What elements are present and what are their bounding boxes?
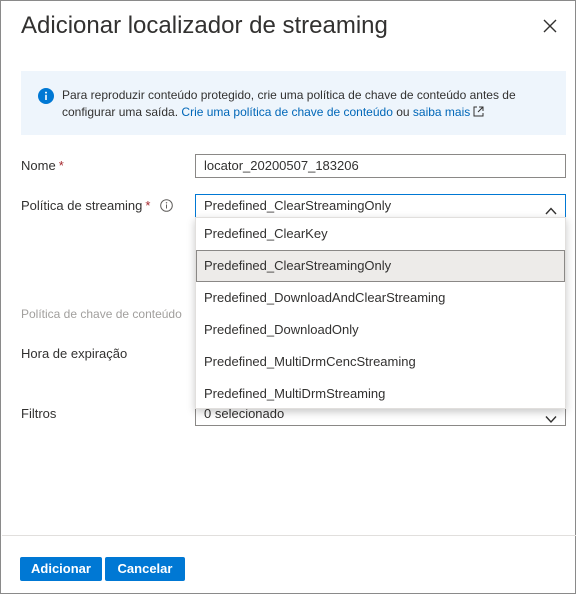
dropdown-option[interactable]: Predefined_DownloadOnly xyxy=(196,314,565,346)
streaming-policy-label: Política de streaming * xyxy=(21,198,174,213)
info-message: Para reproduzir conteúdo protegido, crie… xyxy=(62,87,552,121)
streaming-policy-value: Predefined_ClearStreamingOnly xyxy=(204,198,392,213)
info-banner: Para reproduzir conteúdo protegido, crie… xyxy=(21,71,566,135)
dropdown-option[interactable]: Predefined_ClearKey xyxy=(196,218,565,250)
chevron-down-icon xyxy=(545,409,557,424)
dialog-title: Adicionar localizador de streaming xyxy=(21,12,388,39)
footer-divider xyxy=(2,535,576,536)
info-circle-icon[interactable] xyxy=(160,199,174,212)
expiration-time-label: Hora de expiração xyxy=(21,346,128,361)
name-label: Nome * xyxy=(21,158,64,173)
dropdown-option-selected[interactable]: Predefined_ClearStreamingOnly xyxy=(196,250,565,282)
dropdown-option[interactable]: Predefined_MultiDrmStreaming xyxy=(196,378,565,410)
add-streaming-locator-dialog: Adicionar localizador de streaming Para … xyxy=(0,0,576,594)
external-link-icon xyxy=(473,105,484,117)
dropdown-option[interactable]: Predefined_MultiDrmCencStreaming xyxy=(196,346,565,378)
info-text-or: ou xyxy=(392,105,413,119)
cancel-button[interactable]: Cancelar xyxy=(105,557,185,581)
content-key-policy-label: Política de chave de conteúdo xyxy=(21,307,182,321)
info-icon xyxy=(38,88,54,104)
chevron-up-icon xyxy=(545,201,557,215)
required-mark: * xyxy=(58,158,64,173)
learn-more-link[interactable]: saiba mais xyxy=(413,105,470,119)
streaming-policy-label-text: Política de streaming xyxy=(21,198,143,213)
create-policy-link[interactable]: Crie uma política de chave de conteúdo xyxy=(181,105,392,119)
streaming-policy-dropdown: Predefined_ClearKey Predefined_ClearStre… xyxy=(195,217,566,409)
name-label-text: Nome xyxy=(21,158,56,173)
required-mark: * xyxy=(145,198,151,213)
name-input[interactable]: locator_20200507_183206 xyxy=(195,154,566,178)
filters-label: Filtros xyxy=(21,406,57,421)
close-icon[interactable] xyxy=(538,14,562,38)
add-button[interactable]: Adicionar xyxy=(20,557,102,581)
dropdown-option[interactable]: Predefined_DownloadAndClearStreaming xyxy=(196,282,565,314)
streaming-policy-select[interactable]: Predefined_ClearStreamingOnly xyxy=(195,194,566,218)
